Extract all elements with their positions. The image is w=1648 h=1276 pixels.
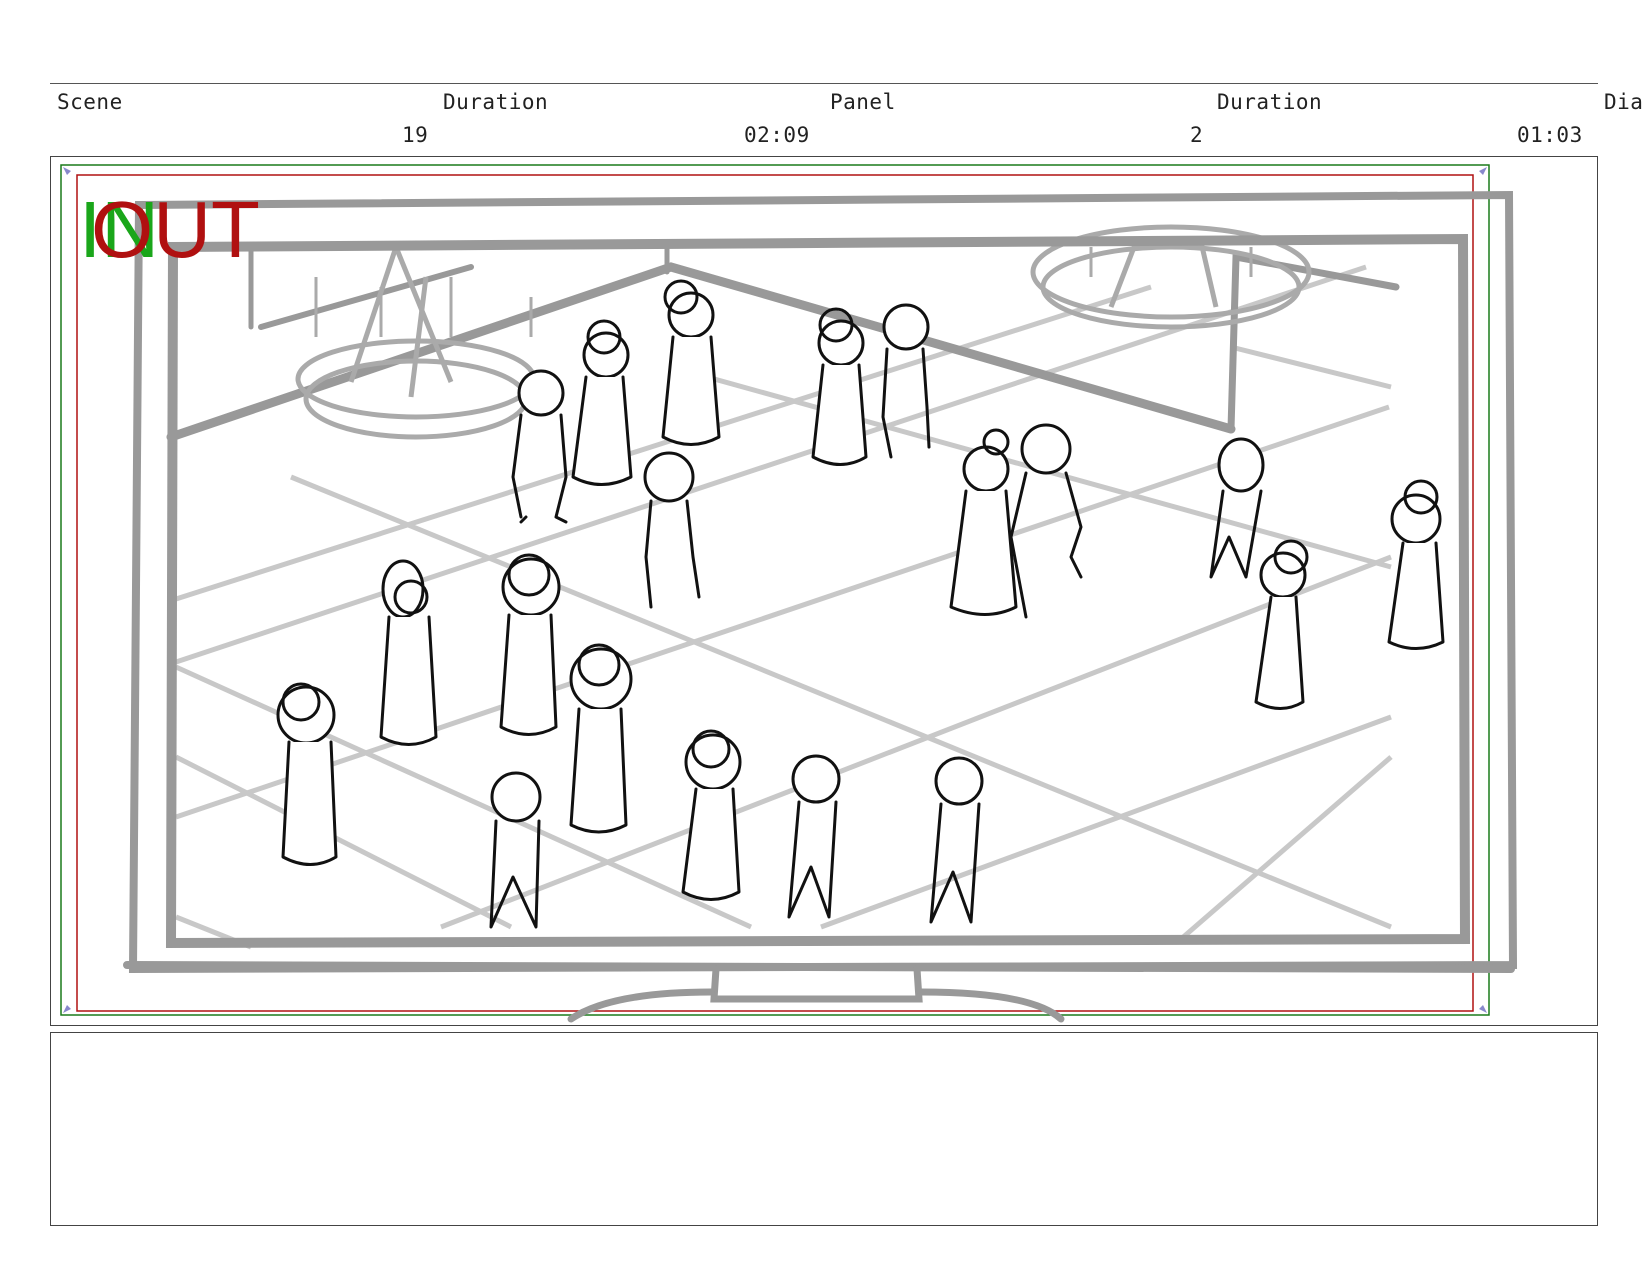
figure-woman	[661, 279, 721, 446]
panel-number: 2	[1190, 123, 1204, 147]
corner-marker-br	[1479, 1005, 1487, 1013]
corner-marker-tl	[63, 167, 71, 175]
scene-label: Scene	[57, 90, 123, 114]
storyboard-panel: IN OUT	[50, 156, 1598, 1026]
figure-woman	[949, 428, 1018, 616]
chandelier-left	[295, 246, 537, 440]
scene-duration-value: 02:09	[744, 123, 810, 147]
figure-man	[1209, 437, 1265, 579]
panel-label: Panel	[830, 90, 896, 114]
corner-marker-tr	[1479, 167, 1487, 175]
figure-woman	[1254, 539, 1309, 710]
figure-woman	[1387, 479, 1445, 650]
out-marker: OUT	[91, 185, 260, 274]
figure-woman	[811, 307, 868, 466]
scene-duration-label: Duration	[443, 90, 549, 114]
panel-duration-value: 01:03	[1517, 123, 1583, 147]
dialog-label: Dia	[1604, 90, 1644, 114]
header-rule	[50, 83, 1598, 84]
scene-number: 19	[402, 123, 429, 147]
figure-man	[929, 756, 984, 924]
figure-man	[787, 754, 841, 919]
dialog-notes-box[interactable]	[50, 1032, 1598, 1226]
figure-man	[511, 369, 568, 524]
panel-sketch	[60, 164, 1518, 1023]
figure-woman	[499, 553, 561, 736]
balcony-rail	[166, 239, 1400, 442]
panel-duration-label: Duration	[1217, 90, 1323, 114]
in-out-marker: IN OUT	[79, 185, 260, 275]
figure-woman	[379, 559, 438, 746]
figure-woman	[571, 319, 633, 486]
corner-marker-bl	[63, 1005, 71, 1013]
figure-woman	[681, 729, 742, 901]
figure-woman	[569, 643, 633, 834]
figure-man	[643, 451, 701, 609]
figure-woman	[276, 682, 338, 866]
